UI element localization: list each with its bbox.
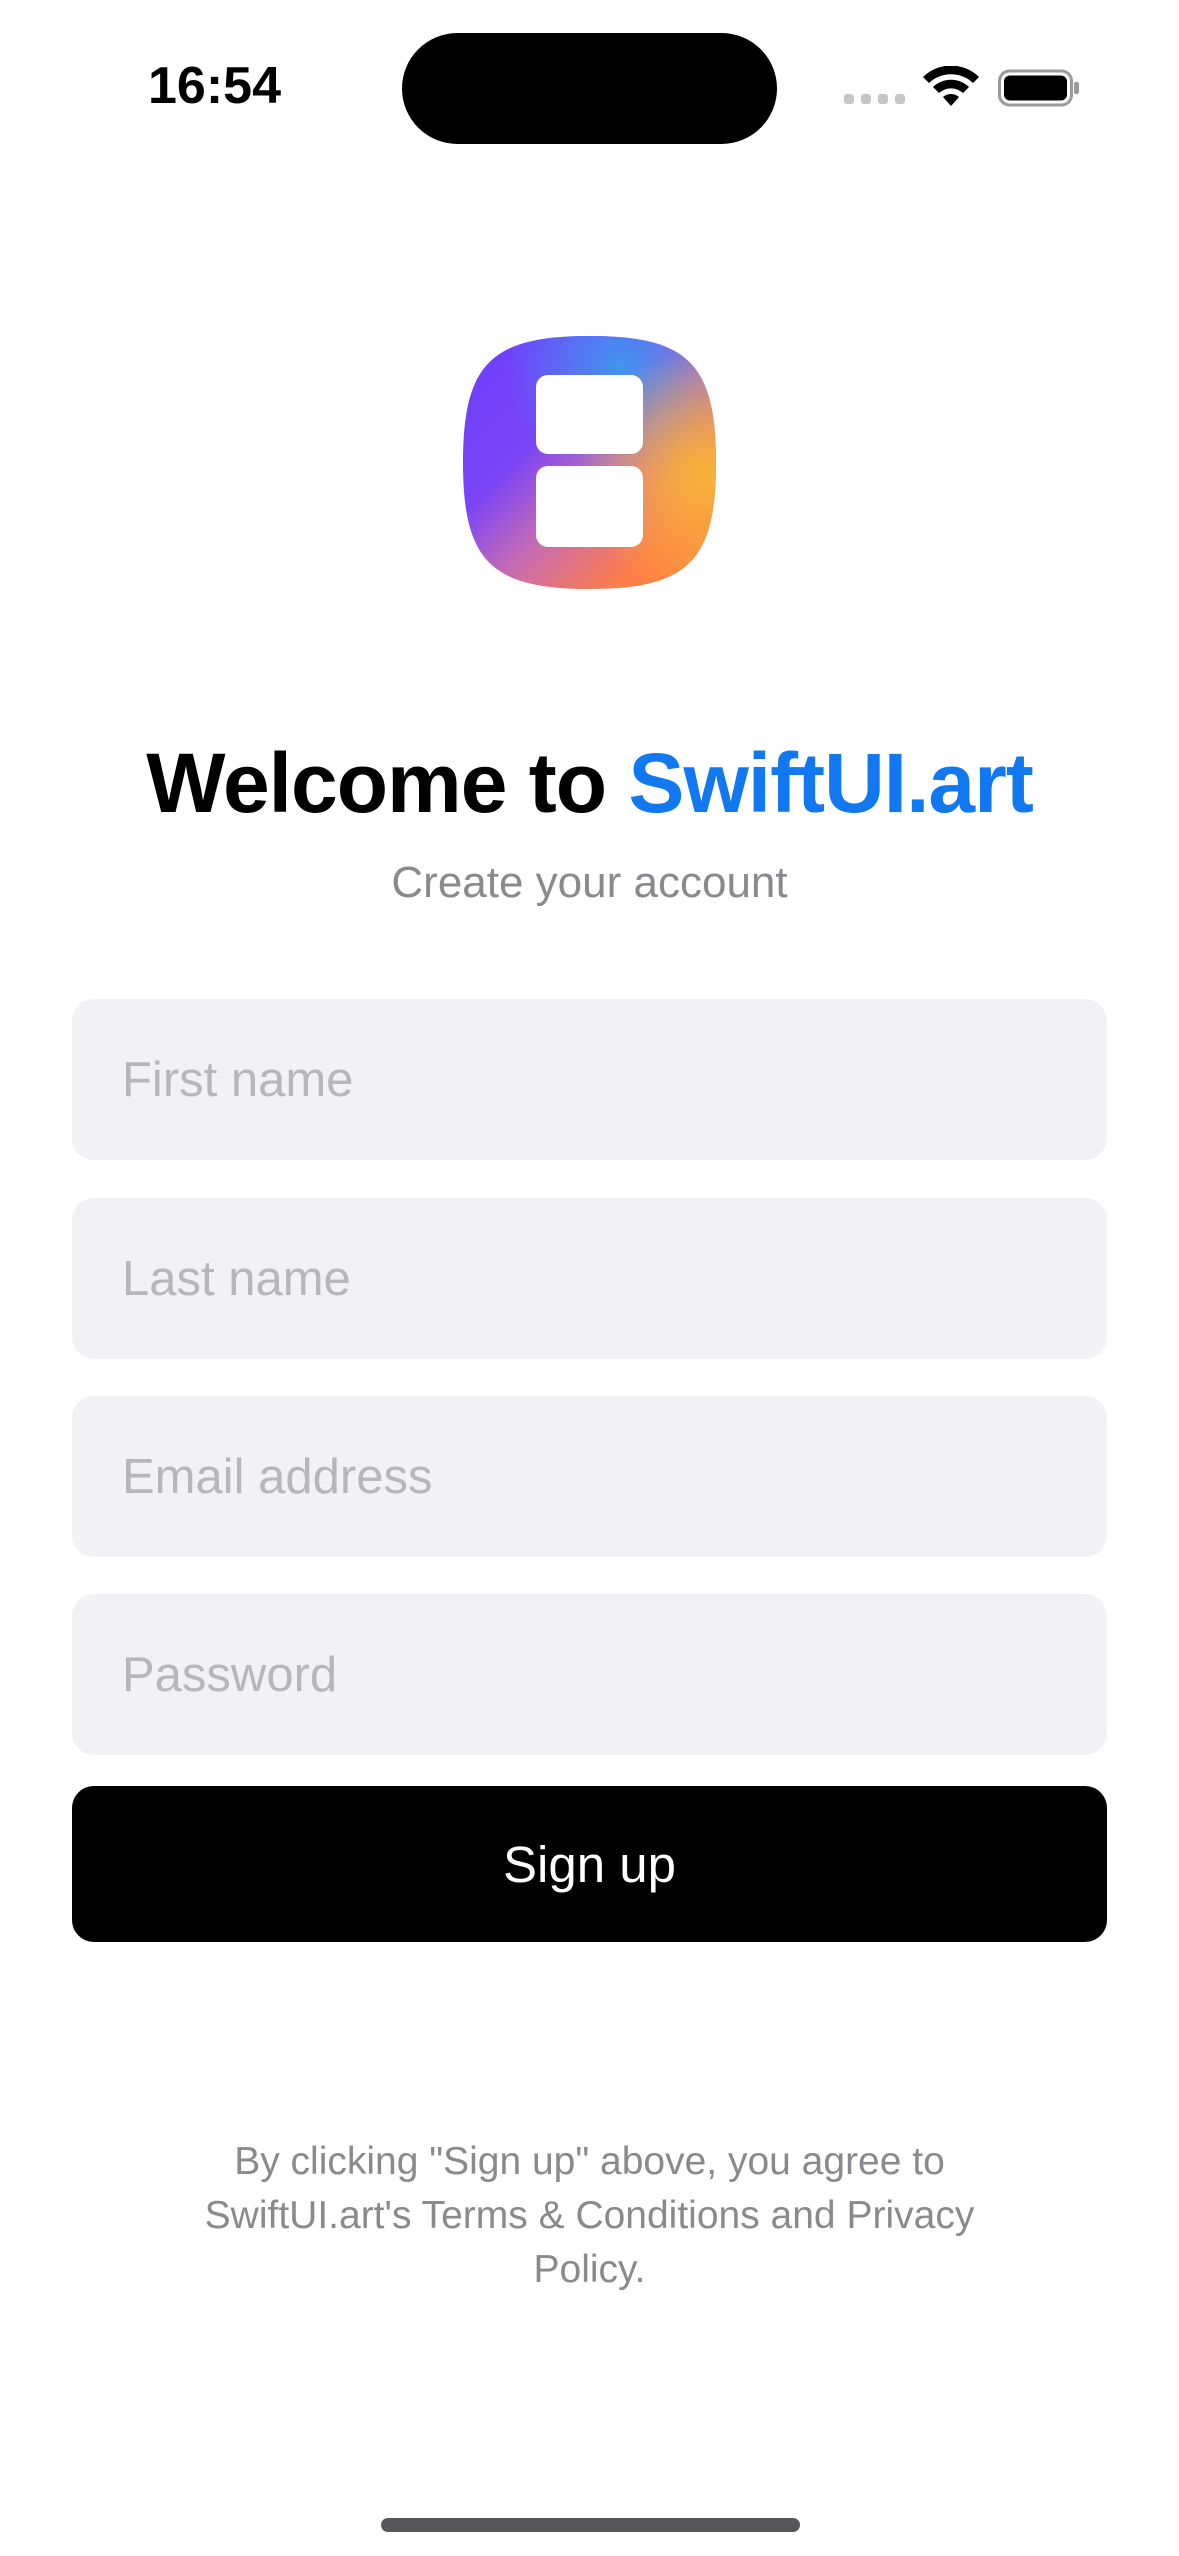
last-name-field[interactable] [72,1198,1107,1359]
status-time: 16:54 [148,57,281,115]
wifi-icon [923,66,979,106]
page-title: Welcome to SwiftUI.art [0,735,1179,832]
title-prefix: Welcome to [146,736,607,830]
first-name-field[interactable] [72,999,1107,1160]
title-brand: SwiftUI.art [628,736,1033,830]
dynamic-island [402,33,777,144]
page-subtitle: Create your account [391,858,788,907]
signup-button-label: Sign up [503,1835,676,1893]
cellular-signal-icon [844,94,906,108]
battery-icon [998,69,1079,107]
signup-button[interactable]: Sign up [72,1786,1107,1942]
terms-notice: By clicking "Sign up" above, you agree t… [204,2140,975,2291]
app-logo-icon [463,336,716,589]
email-field[interactable] [72,1396,1107,1557]
password-field[interactable] [72,1594,1107,1755]
home-indicator[interactable] [381,2518,800,2532]
